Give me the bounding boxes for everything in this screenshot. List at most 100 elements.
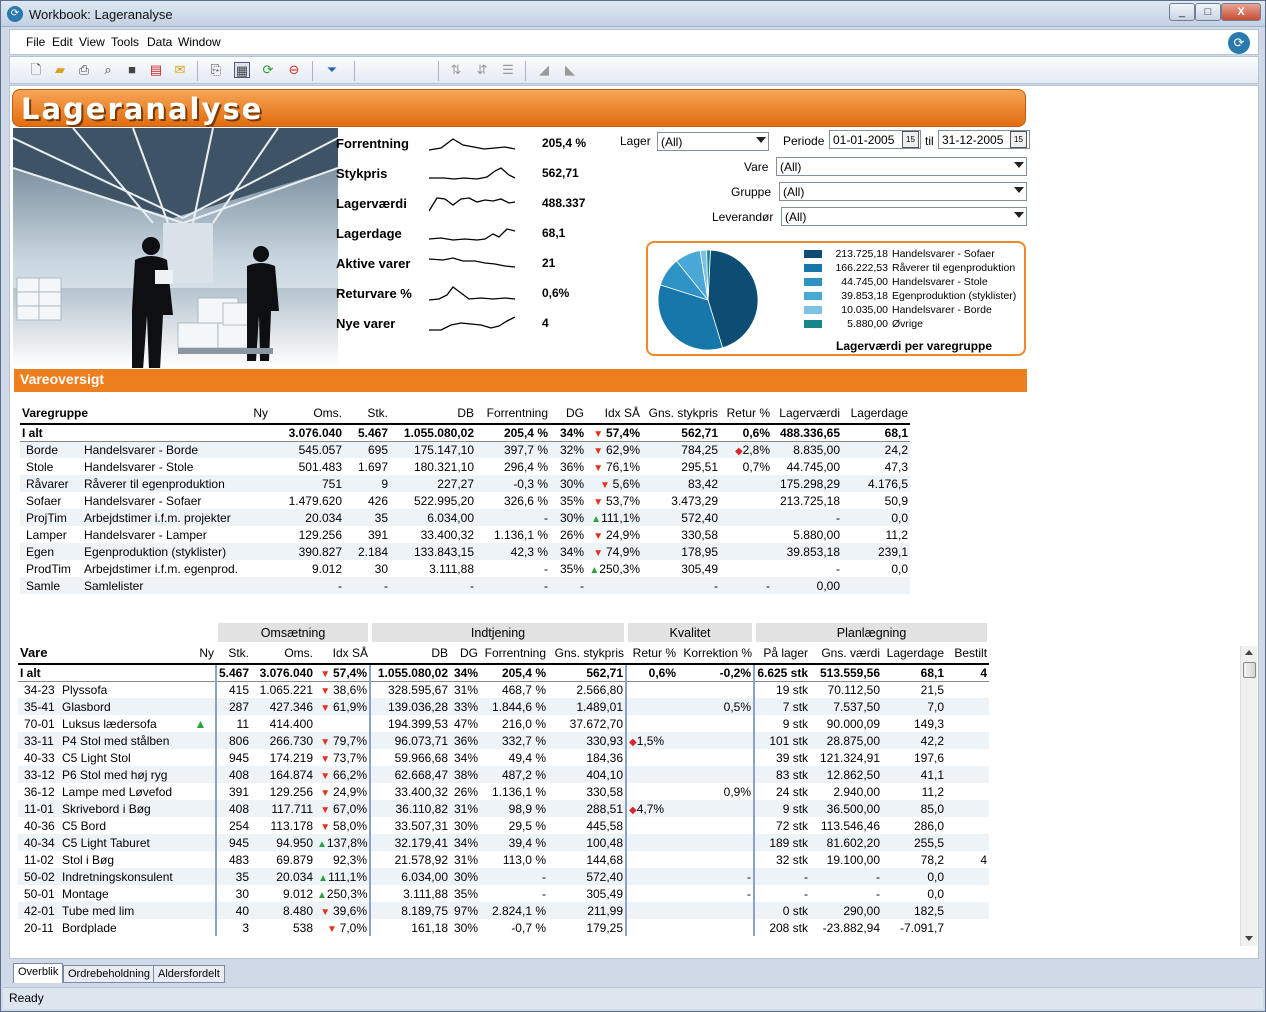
table-row[interactable]: 33-12 P6 Stol med høj ryg 408 164.874 ▼ 66,2… bbox=[18, 766, 990, 783]
lager-dropdown[interactable]: (All) bbox=[657, 132, 769, 151]
tab-ordrebeholdning[interactable]: Ordrebeholdning bbox=[63, 965, 155, 983]
menu-view[interactable]: View bbox=[79, 35, 105, 49]
print-preview-icon[interactable]: ⌕ bbox=[100, 62, 116, 78]
maximize-button[interactable]: □ bbox=[1195, 3, 1221, 21]
column-header[interactable]: Idx SÅ bbox=[315, 642, 370, 665]
copy-icon[interactable]: ⎘ bbox=[208, 62, 224, 78]
menu-tools[interactable]: Tools bbox=[111, 35, 139, 49]
column-header[interactable]: Retur % bbox=[720, 402, 772, 425]
open-icon[interactable]: ▰ bbox=[52, 62, 68, 78]
column-header[interactable]: Stk. bbox=[216, 642, 251, 665]
tab-overblik[interactable]: Overblik bbox=[13, 963, 64, 983]
total-cell: 4 bbox=[946, 664, 990, 682]
table-cell: 3 bbox=[215, 919, 251, 936]
column-header[interactable]: Gns. stykpris bbox=[548, 642, 627, 665]
column-header[interactable]: Lagerdage bbox=[882, 642, 947, 665]
table-row[interactable]: 36-12 Lampe med Løvefod 391 129.256 ▼ 24,9% 3… bbox=[18, 783, 989, 800]
app-logo-icon[interactable]: ⟳ bbox=[1228, 32, 1250, 54]
table-row[interactable]: Stole Handelsvarer - Stole 501.483 1.697 180… bbox=[20, 458, 910, 475]
table-row[interactable]: 40-36 C5 Bord 254 113.178 ▼ 58,0% 33.507,31 30… bbox=[18, 817, 989, 834]
menu-edit[interactable]: Edit bbox=[52, 35, 73, 49]
column-header[interactable]: Korrektion % bbox=[678, 642, 755, 665]
column-header[interactable]: Bestilt bbox=[946, 642, 990, 665]
calendar-icon[interactable]: 15 bbox=[902, 131, 919, 148]
table-row[interactable]: 20-11 Bordplade 3 538 ▼ 7,0% 161,18 30% -0,7 % 1… bbox=[18, 919, 989, 936]
table-row[interactable]: 35-41 Glasbord 287 427.346 ▼ 61,9% 139.036,28… bbox=[18, 698, 990, 715]
vare-dropdown[interactable]: (All) bbox=[776, 157, 1027, 176]
calendar-icon[interactable]: 15 bbox=[1010, 131, 1027, 148]
sort-custom-icon[interactable]: ☰ bbox=[500, 62, 516, 78]
tab-aldersfordelt[interactable]: Aldersfordelt bbox=[153, 965, 225, 983]
column-header[interactable]: DB bbox=[370, 642, 450, 665]
table-cell: 33.400,32 bbox=[369, 783, 450, 800]
table-row[interactable]: Sofaer Handelsvarer - Sofaer 1.479.620 426 5… bbox=[20, 492, 910, 509]
export-icon[interactable]: ■ bbox=[124, 62, 140, 78]
column-header[interactable]: DG bbox=[550, 402, 586, 425]
table-row[interactable]: 70-01 Luksus lædersofa ▲ 11 414.400 194.399,5… bbox=[18, 715, 989, 732]
column-header[interactable]: Oms. bbox=[270, 402, 344, 425]
menu-file[interactable]: File bbox=[26, 35, 45, 49]
table-row[interactable]: 11-01 Skrivebord i Bøg 408 117.711 ▼ 67,0% 36… bbox=[18, 800, 990, 817]
column-header[interactable]: Forrentning bbox=[476, 402, 550, 425]
table-row[interactable]: 11-02 Stol i Bøg 483 69.879 92,3% 21.578,92 31… bbox=[18, 851, 989, 868]
table-row[interactable]: 42-01 Tube med lim 40 8.480 ▼ 39,6% 8.189,75 9… bbox=[18, 902, 990, 919]
column-header[interactable]: Idx SÅ bbox=[586, 402, 642, 425]
mail-icon[interactable]: ✉ bbox=[172, 62, 188, 78]
column-header[interactable]: Vare bbox=[18, 642, 60, 665]
table-row[interactable]: 40-33 C5 Light Stol 945 174.219 ▼ 73,7% 59.96… bbox=[18, 749, 989, 766]
table-row[interactable]: Egen Egenproduktion (styklister) 390.827 2.… bbox=[20, 543, 910, 560]
table-row[interactable]: 50-01 Montage 30 9.012 ▲250,3% 3.111,88 35% -30… bbox=[18, 885, 989, 902]
vertical-scrollbar[interactable] bbox=[1240, 646, 1257, 946]
cell-value: 572,40 bbox=[586, 869, 624, 884]
column-header[interactable]: Ny bbox=[186, 642, 216, 665]
grid-icon[interactable]: ▦ bbox=[234, 62, 250, 78]
column-header[interactable]: Ny bbox=[228, 402, 270, 425]
column-header[interactable] bbox=[60, 642, 186, 665]
menu-window[interactable]: Window bbox=[178, 35, 221, 49]
new-icon[interactable]: 🗋 bbox=[28, 62, 44, 78]
table-row[interactable]: 34-23 Plyssofa 415 1.065.221 ▼ 38,6% 328.595,… bbox=[18, 681, 989, 698]
table-row[interactable]: Råvarer Råverer til egenproduktion 751 9 227… bbox=[20, 475, 910, 492]
table-row[interactable]: 33-11 P4 Stol med stålben 806 266.730 ▼ 79,7… bbox=[18, 732, 990, 749]
gruppe-dropdown[interactable]: (All) bbox=[779, 182, 1027, 201]
filter-icon[interactable]: ⏷ bbox=[324, 62, 340, 78]
column-header[interactable]: Gns. værdi bbox=[810, 642, 883, 665]
refresh-icon[interactable]: ⟳ bbox=[260, 62, 276, 78]
column-header[interactable]: Lagerdage bbox=[842, 402, 910, 425]
column-header[interactable]: Retur % bbox=[626, 642, 679, 665]
menu-data[interactable]: Data bbox=[147, 35, 172, 49]
print-icon[interactable]: ⎙ bbox=[76, 62, 92, 78]
cell-value: 330,93 bbox=[586, 733, 624, 748]
table-row[interactable]: ProdTim Arbejdstimer i.f.m. egenprod. 9.01… bbox=[20, 560, 910, 577]
table-row[interactable]: 40-34 C5 Light Taburet 945 94.950 ▲137,8% 32.… bbox=[18, 834, 990, 851]
column-header[interactable]: Lagerværdi bbox=[772, 402, 842, 425]
column-header[interactable]: Oms. bbox=[251, 642, 315, 665]
column-header[interactable]: Gns. stykpris bbox=[642, 402, 720, 425]
sort-ascending-icon[interactable]: ⇅ bbox=[448, 62, 464, 78]
leverandoer-dropdown[interactable]: (All) bbox=[781, 207, 1027, 226]
table-row[interactable]: Samle Samlelister - - - - - - - 0,00 bbox=[20, 577, 910, 594]
drill-up-icon[interactable]: ◣ bbox=[562, 62, 578, 78]
stop-icon[interactable]: ⊖ bbox=[286, 62, 302, 78]
column-header[interactable]: Stk. bbox=[344, 402, 390, 425]
scroll-up-icon[interactable] bbox=[1245, 650, 1253, 655]
table-row[interactable]: ProjTim Arbejdstimer i.f.m. projekter 20.0… bbox=[20, 509, 910, 526]
column-header[interactable]: DB bbox=[390, 402, 476, 425]
scrollbar-thumb[interactable] bbox=[1243, 662, 1256, 678]
table-row[interactable]: Lamper Handelsvarer - Lamper 129.256 391 33.… bbox=[20, 526, 910, 543]
table-row[interactable]: Borde Handelsvarer - Borde 545.057 695 175.1… bbox=[20, 441, 910, 458]
pdf-icon[interactable]: ▤ bbox=[148, 62, 164, 78]
column-header[interactable]: DG bbox=[450, 642, 480, 665]
minimize-button[interactable]: _ bbox=[1169, 3, 1195, 21]
column-header[interactable]: På lager bbox=[754, 642, 811, 665]
scroll-down-icon[interactable] bbox=[1245, 936, 1253, 941]
column-header[interactable]: Varegruppe bbox=[20, 402, 88, 425]
sort-descending-icon[interactable]: ⇵ bbox=[474, 62, 490, 78]
column-header[interactable] bbox=[78, 402, 228, 425]
column-header[interactable]: Forrentning bbox=[480, 642, 548, 665]
table-row[interactable]: 50-02 Indretningskonsulent 35 20.034 ▲111,1%… bbox=[18, 868, 990, 885]
drill-down-icon[interactable]: ◢ bbox=[536, 62, 552, 78]
down-arrow-icon: ▼ bbox=[593, 547, 606, 559]
legend-value: 5.880,00 bbox=[847, 318, 888, 330]
close-button[interactable]: X bbox=[1221, 3, 1261, 21]
